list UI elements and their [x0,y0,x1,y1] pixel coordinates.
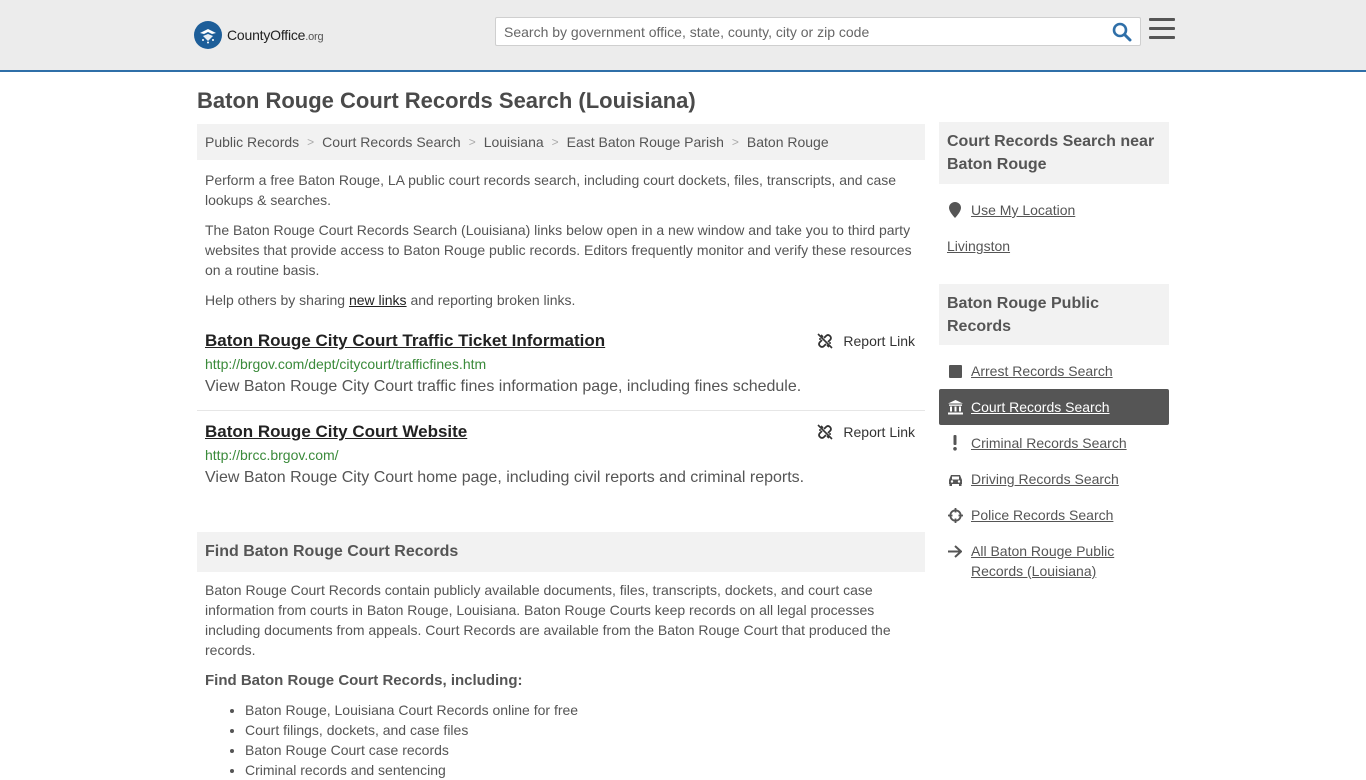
nearby-city-link[interactable]: Livingston [939,228,1169,264]
page-title: Baton Rouge Court Records Search (Louisi… [197,88,696,113]
courthouse-icon [947,399,963,415]
resource-link-description: View Baton Rouge City Court traffic fine… [205,378,802,395]
logo-seal-icon [194,21,222,49]
sidebar-item-criminal-records[interactable]: Criminal Records Search [939,425,1169,461]
search-icon [1112,22,1132,42]
resource-link-title[interactable]: Baton Rouge City Court Traffic Ticket In… [205,331,605,351]
broken-link-icon [817,333,833,349]
resource-link-url: http://brcc.brgov.com/ [205,447,339,463]
car-icon [947,471,963,487]
breadcrumb-separator-icon: > [731,135,739,149]
find-section-subheading: Find Baton Rouge Court Records, includin… [205,672,523,689]
resource-link-item: Baton Rouge City Court Website Report Li… [197,422,925,492]
search-bar [495,17,1141,46]
breadcrumb-baton-rouge[interactable]: Baton Rouge [747,134,829,150]
breadcrumb-separator-icon: > [468,135,476,149]
list-item: Baton Rouge Court case records [245,740,578,760]
breadcrumb-separator-icon: > [307,135,315,149]
report-link-button[interactable]: Report Link [817,333,915,349]
sidebar-item-arrest-records[interactable]: Arrest Records Search [939,353,1169,389]
site-logo[interactable]: CountyOffice.org [194,20,324,50]
resource-link-item: Baton Rouge City Court Traffic Ticket In… [197,331,925,401]
intro-paragraph-3: Help others by sharing new links and rep… [205,292,576,308]
sidebar-item-court-records[interactable]: Court Records Search [939,389,1169,425]
divider [197,410,925,411]
breadcrumb-separator-icon: > [551,135,559,149]
sidebar-item-police-records[interactable]: Police Records Search [939,497,1169,533]
search-input[interactable] [496,18,1106,45]
site-header: CountyOffice.org [0,0,1366,72]
breadcrumb-east-baton-rouge-parish[interactable]: East Baton Rouge Parish [567,134,724,150]
use-my-location-link[interactable]: Use My Location [939,192,1169,228]
search-button[interactable] [1112,22,1134,42]
breadcrumb: Public Records > Court Records Search > … [197,124,925,160]
list-item: Court filings, dockets, and case files [245,720,578,740]
list-item: Criminal records and sentencing [245,760,578,780]
report-link-button[interactable]: Report Link [817,424,915,440]
arrow-right-icon [947,543,963,559]
logo-text: CountyOffice.org [227,27,324,43]
intro-paragraph-2: The Baton Rouge Court Records Search (Lo… [205,222,912,278]
crosshair-icon [947,507,963,523]
hamburger-menu-icon[interactable] [1149,18,1175,42]
breadcrumb-court-records-search[interactable]: Court Records Search [322,134,461,150]
new-links-link[interactable]: new links [349,292,407,308]
broken-link-icon [817,424,833,440]
find-section-body: Baton Rouge Court Records contain public… [205,582,891,658]
sidebar-public-records-heading: Baton Rouge Public Records [939,284,1169,345]
resource-link-title[interactable]: Baton Rouge City Court Website [205,422,467,442]
sidebar-item-all-public-records[interactable]: All Baton Rouge Public Records (Louisian… [939,541,1169,581]
square-icon [947,363,963,379]
find-records-list: Baton Rouge, Louisiana Court Records onl… [245,700,578,780]
breadcrumb-public-records[interactable]: Public Records [205,134,299,150]
resource-link-description: View Baton Rouge City Court home page, i… [205,469,805,486]
list-item: Baton Rouge, Louisiana Court Records onl… [245,700,578,720]
exclamation-icon [947,435,963,451]
sidebar-item-driving-records[interactable]: Driving Records Search [939,461,1169,497]
section-heading: Find Baton Rouge Court Records [197,532,925,572]
breadcrumb-louisiana[interactable]: Louisiana [484,134,544,150]
resource-link-url: http://brgov.com/dept/citycourt/trafficf… [205,356,487,372]
sidebar-near-heading: Court Records Search near Baton Rouge [939,122,1169,184]
intro-paragraph-1: Perform a free Baton Rouge, LA public co… [205,172,897,208]
map-pin-icon [947,202,963,218]
